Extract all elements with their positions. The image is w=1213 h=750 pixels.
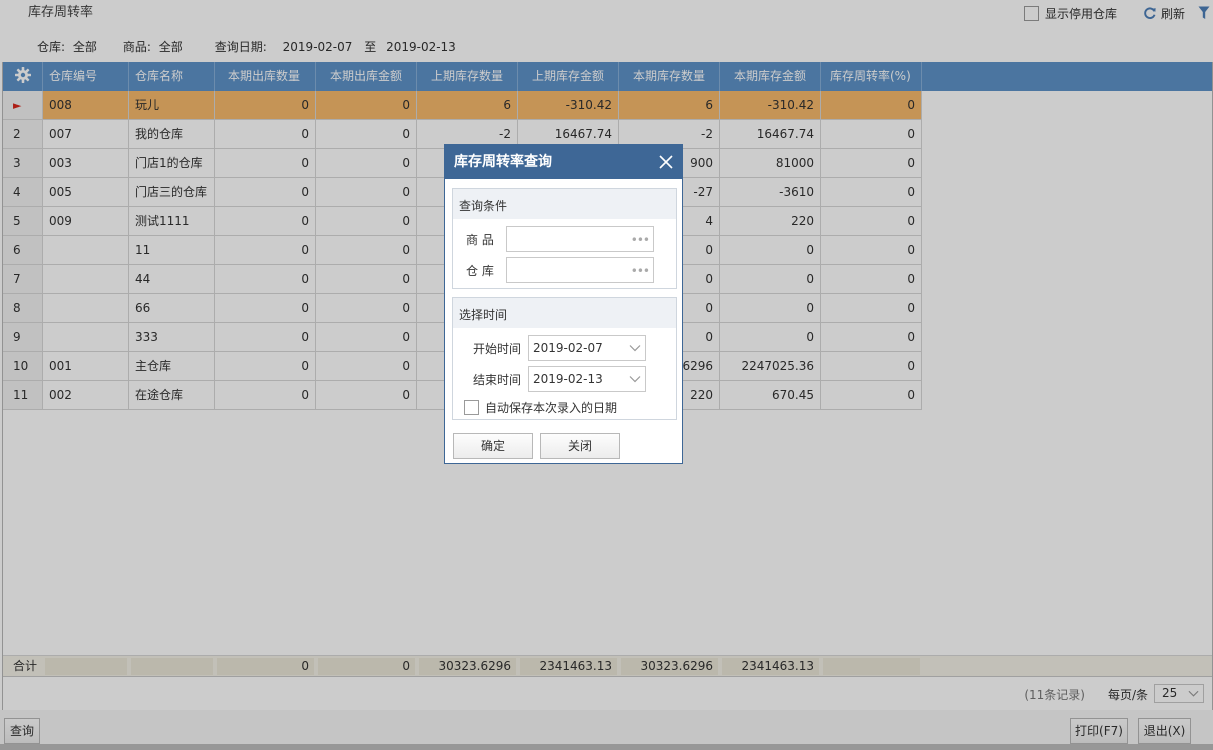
warehouse-input[interactable]: •••	[506, 257, 654, 283]
query-conditions-group: 查询条件 商 品 ••• 仓 库 •••	[452, 188, 677, 289]
more-dots-icon[interactable]: •••	[631, 233, 650, 247]
start-date-label: 开始时间	[473, 341, 522, 356]
product-input[interactable]: •••	[506, 226, 654, 252]
query-conditions-title: 查询条件	[453, 189, 676, 219]
autosave-checkbox[interactable]	[464, 400, 479, 415]
chevron-down-icon	[629, 376, 641, 383]
close-icon[interactable]	[659, 155, 673, 169]
start-date-row: 开始时间 2019-02-07	[473, 335, 646, 361]
select-time-title: 选择时间	[453, 298, 676, 328]
end-date-picker[interactable]: 2019-02-13	[528, 366, 646, 392]
ok-button[interactable]: 确定	[453, 433, 533, 459]
product-row: 商 品 •••	[466, 226, 654, 252]
autosave-row[interactable]: 自动保存本次录入的日期	[464, 399, 617, 416]
warehouse-row: 仓 库 •••	[466, 257, 654, 283]
dialog-title: 库存周转率查询	[445, 145, 682, 179]
product-label: 商 品	[466, 232, 494, 247]
end-date-value: 2019-02-13	[533, 372, 603, 386]
select-time-group: 选择时间 开始时间 2019-02-07 结束时间 2019-02-13 自动保…	[452, 297, 677, 420]
turnover-query-dialog: 库存周转率查询 查询条件 商 品 ••• 仓 库 ••• 选择时间 开始时间 2…	[444, 144, 683, 464]
more-dots-icon[interactable]: •••	[631, 264, 650, 278]
end-date-row: 结束时间 2019-02-13	[473, 366, 646, 392]
end-date-label: 结束时间	[473, 372, 522, 387]
autosave-label: 自动保存本次录入的日期	[485, 401, 618, 415]
close-button[interactable]: 关闭	[540, 433, 620, 459]
chevron-down-icon	[629, 345, 641, 352]
start-date-picker[interactable]: 2019-02-07	[528, 335, 646, 361]
warehouse-label: 仓 库	[466, 263, 494, 278]
start-date-value: 2019-02-07	[533, 341, 603, 355]
